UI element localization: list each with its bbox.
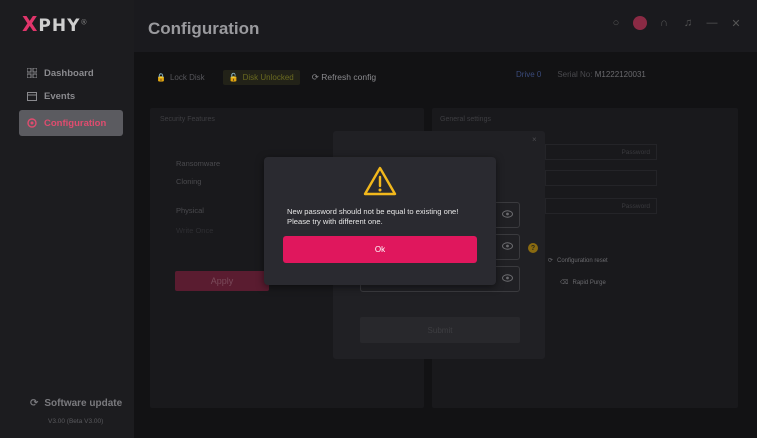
alert-badge-icon[interactable] [633, 16, 647, 30]
sidebar-item-label: Configuration [44, 117, 107, 129]
page-title: Configuration [148, 19, 260, 38]
apply-button[interactable]: Apply [175, 271, 269, 291]
sidebar-item-events[interactable]: Events [19, 83, 123, 109]
sidebar-item-label: Dashboard [44, 67, 94, 79]
ok-button[interactable]: Ok [283, 236, 477, 263]
general-row-2[interactable] [545, 170, 657, 186]
eye-icon[interactable] [502, 242, 513, 250]
bell-icon[interactable]: ♫ [681, 16, 695, 30]
version-label: V3.00 (Beta V3.00) [48, 418, 104, 425]
disk-unlocked-button[interactable]: 🔓 Disk Unlocked [222, 70, 300, 85]
close-icon[interactable]: × [532, 135, 537, 144]
cloning-label: Cloning [176, 177, 202, 186]
eraser-icon: ⌫ [560, 280, 569, 286]
write-once-label: Write Once [176, 226, 214, 235]
grid-icon [27, 68, 37, 78]
minimize-icon[interactable]: — [705, 16, 719, 30]
alert-message: New password should not be equal to exis… [287, 207, 487, 226]
sidebar-item-configuration[interactable]: Configuration [19, 110, 123, 136]
calendar-icon [27, 92, 37, 101]
app-logo: XPHY® [22, 12, 89, 36]
rapid-purge-button[interactable]: ⌫ Rapid Purge [560, 279, 606, 287]
refresh-icon: ⟳ [548, 258, 554, 264]
drive-info: Drive 0 Serial No: M1222120031 [516, 70, 646, 79]
ransomware-label: Ransomware [176, 159, 221, 168]
refresh-config-button[interactable]: ⟳ Refresh config [312, 72, 376, 83]
general-settings-title: General settings [440, 116, 491, 123]
eye-icon[interactable] [502, 274, 513, 282]
sidebar-item-label: Events [44, 90, 76, 102]
configuration-reset-button[interactable]: ⟳ Configuration reset [548, 257, 608, 265]
header-icons: ○ ∩ ♫ — ✕ [609, 16, 743, 30]
submit-button[interactable]: Submit [360, 317, 520, 343]
drive-label[interactable]: Drive 0 [516, 70, 541, 79]
alert-dialog: New password should not be equal to exis… [264, 157, 496, 285]
sidebar: XPHY® Dashboard Events Configuration ⟳ S… [0, 0, 134, 438]
serial-info: Serial No: M1222120031 [557, 70, 646, 79]
headset-icon[interactable]: ∩ [657, 16, 671, 30]
refresh-icon: ⟳ [30, 398, 39, 409]
general-row-3[interactable]: Password [545, 198, 657, 214]
security-features-title: Security Features [160, 116, 215, 123]
software-update-button[interactable]: ⟳ Software update [30, 398, 122, 409]
status-dot-icon: ○ [612, 17, 620, 29]
alert-message-line-1: New password should not be equal to exis… [287, 207, 459, 216]
software-update-label: Software update [44, 398, 123, 409]
alert-message-line-2: Please try with different one. [287, 216, 383, 226]
lock-disk-button[interactable]: 🔒 Lock Disk [150, 70, 211, 85]
physical-label: Physical [176, 206, 204, 215]
help-icon[interactable]: ? [528, 243, 538, 253]
close-icon[interactable]: ✕ [729, 16, 743, 30]
warning-icon [363, 166, 397, 196]
toolbar: 🔒 Lock Disk 🔓 Disk Unlocked ⟳ Refresh conf… [150, 70, 376, 85]
refresh-icon: ⟳ [311, 72, 322, 82]
gear-icon [27, 118, 37, 128]
general-row-1[interactable]: Password [545, 144, 657, 160]
eye-icon[interactable] [502, 210, 513, 218]
